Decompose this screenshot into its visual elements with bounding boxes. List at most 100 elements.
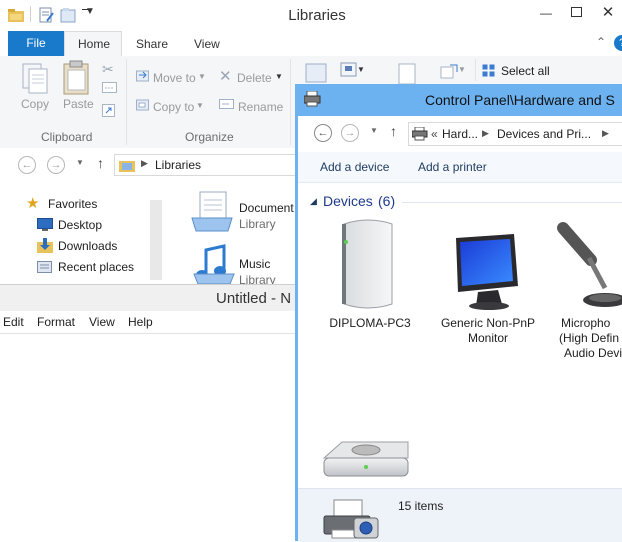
- properties-large-icon[interactable]: [396, 62, 420, 86]
- breadcrumb-separator-icon[interactable]: ▶: [141, 158, 148, 169]
- rename-icon: [219, 99, 234, 109]
- close-icon[interactable]: ✕: [598, 3, 618, 21]
- breadcrumb-hardware[interactable]: Hard...: [442, 127, 478, 141]
- ribbon-separator: [126, 59, 127, 145]
- nav-scrollbar[interactable]: [150, 200, 162, 280]
- devices-section-count: (6): [378, 193, 396, 209]
- menu-help[interactable]: Help: [128, 315, 153, 329]
- computer-device-icon: [342, 219, 393, 309]
- up-icon[interactable]: ↑: [390, 123, 397, 139]
- documents-library-name[interactable]: Document: [239, 201, 294, 215]
- breadcrumb-separator-icon[interactable]: ▶: [602, 128, 609, 139]
- tab-share[interactable]: Share: [136, 37, 168, 51]
- delete-button[interactable]: Delete: [237, 71, 272, 85]
- up-icon[interactable]: ↑: [97, 155, 104, 171]
- nav-favorites[interactable]: Favorites: [48, 197, 97, 211]
- device-label-monitor-line2: Monitor: [467, 331, 508, 345]
- ribbon-tabs: File Home Share View ⌃ ?: [0, 31, 622, 57]
- item-count: 15 items: [398, 499, 444, 513]
- new-folder-large-icon[interactable]: [304, 60, 328, 84]
- help-icon[interactable]: ?: [614, 35, 622, 51]
- drive-device-icon: [322, 441, 409, 477]
- copy-icon: [22, 63, 48, 94]
- delete-dropdown-icon[interactable]: ▼: [275, 72, 283, 81]
- breadcrumb-overflow[interactable]: «: [431, 127, 438, 141]
- back-icon[interactable]: ←: [314, 124, 332, 142]
- microphone-device-icon: [557, 222, 622, 307]
- recent-locations-icon[interactable]: ▼: [76, 158, 84, 167]
- control-panel-address-bar: ← → ▼ ↑ « Hard... ▶ Devices and Pri... ▶: [298, 116, 622, 152]
- devices-section-title[interactable]: Devices: [323, 193, 373, 209]
- paste-button[interactable]: Paste: [63, 97, 94, 111]
- control-panel-command-bar: Add a device Add a printer: [298, 152, 622, 183]
- open-dropdown-icon[interactable]: ▼: [458, 65, 466, 74]
- control-panel-title-bar[interactable]: Control Panel\Hardware and S: [295, 84, 622, 116]
- move-to-dropdown-icon[interactable]: ▼: [198, 72, 206, 81]
- explorer-title-bar[interactable]: ▼ Libraries — ✕: [0, 0, 622, 30]
- monitor-device-icon: [456, 234, 518, 310]
- nav-recent-places[interactable]: Recent places: [58, 260, 134, 274]
- libraries-icon: [119, 161, 135, 172]
- control-panel-address-box[interactable]: « Hard... ▶ Devices and Pri... ▶: [408, 122, 622, 146]
- copy-to-dropdown-icon[interactable]: ▼: [196, 101, 204, 110]
- new-item-dropdown-icon[interactable]: ▼: [357, 65, 365, 74]
- notepad-title: Untitled - N: [216, 290, 292, 307]
- ribbon-separator: [475, 59, 476, 81]
- device-label-monitor-line1[interactable]: Generic Non-PnP: [428, 316, 548, 331]
- breadcrumb-devices-printers[interactable]: Devices and Pri...: [497, 127, 591, 141]
- cut-icon[interactable]: ✂: [102, 61, 114, 78]
- control-panel-title: Control Panel\Hardware and S: [425, 92, 615, 108]
- rename-button[interactable]: Rename: [238, 100, 283, 114]
- nav-desktop[interactable]: Desktop: [58, 218, 102, 232]
- open-icon[interactable]: [440, 62, 460, 80]
- add-printer-button[interactable]: Add a printer: [418, 160, 487, 174]
- tab-home[interactable]: Home: [78, 37, 110, 51]
- menu-edit[interactable]: Edit: [3, 315, 24, 329]
- device-label-microphone-line3: Audio Devi: [564, 346, 622, 360]
- notepad-text-area[interactable]: [0, 334, 300, 542]
- maximize-icon[interactable]: [571, 7, 582, 17]
- forward-icon[interactable]: →: [47, 156, 65, 174]
- add-device-button[interactable]: Add a device: [320, 160, 389, 174]
- back-icon[interactable]: ←: [18, 156, 36, 174]
- section-divider: [402, 202, 622, 203]
- device-label-computer[interactable]: DIPLOMA-PC3: [310, 316, 430, 331]
- star-icon: ★: [26, 195, 40, 212]
- navigation-pane: ★ Favorites Desktop Downloads Recent pla…: [0, 182, 165, 282]
- select-all-icon: [482, 64, 495, 77]
- forward-icon[interactable]: →: [341, 124, 359, 142]
- menu-format[interactable]: Format: [37, 315, 75, 329]
- tab-file[interactable]: File: [8, 31, 64, 56]
- recent-places-icon: [37, 261, 52, 273]
- notepad-menu-bar: Edit Format View Help: [0, 311, 300, 334]
- move-to-button[interactable]: Move to: [153, 71, 196, 85]
- copy-to-button[interactable]: Copy to: [153, 100, 194, 114]
- minimize-icon[interactable]: —: [536, 6, 556, 20]
- details-pane: 15 items: [298, 488, 622, 542]
- music-library-name[interactable]: Music: [239, 257, 270, 271]
- notepad-title-bar[interactable]: Untitled - N: [0, 285, 300, 311]
- move-to-icon: [136, 70, 149, 82]
- device-label-microphone-line2: (High Defin: [559, 331, 620, 345]
- documents-library-type: Library: [239, 217, 276, 231]
- devices-printers-small-icon[interactable]: [304, 91, 322, 107]
- copy-path-icon[interactable]: [102, 82, 118, 94]
- device-label-microphone-line1[interactable]: Micropho: [561, 316, 622, 331]
- recent-locations-icon[interactable]: ▼: [370, 126, 378, 135]
- devices-printers-large-icon: [323, 499, 379, 539]
- menu-view[interactable]: View: [89, 315, 115, 329]
- documents-library-icon: [191, 191, 233, 232]
- breadcrumb-separator-icon[interactable]: ▶: [482, 128, 489, 139]
- copy-button[interactable]: Copy: [21, 97, 49, 111]
- address-box[interactable]: ▶ Libraries: [114, 154, 304, 176]
- control-panel-body: ← → ▼ ↑ « Hard... ▶ Devices and Pri... ▶…: [298, 116, 622, 542]
- tab-view[interactable]: View: [194, 37, 220, 51]
- section-collapse-icon[interactable]: ◢: [310, 196, 317, 207]
- delete-icon: ✕: [219, 68, 232, 85]
- ribbon-collapse-icon[interactable]: ⌃: [596, 35, 606, 49]
- address-location[interactable]: Libraries: [155, 158, 201, 172]
- paste-shortcut-icon[interactable]: [102, 104, 116, 118]
- ribbon-separator: [290, 59, 291, 145]
- nav-downloads[interactable]: Downloads: [58, 239, 117, 253]
- select-all-button[interactable]: Select all: [501, 64, 550, 78]
